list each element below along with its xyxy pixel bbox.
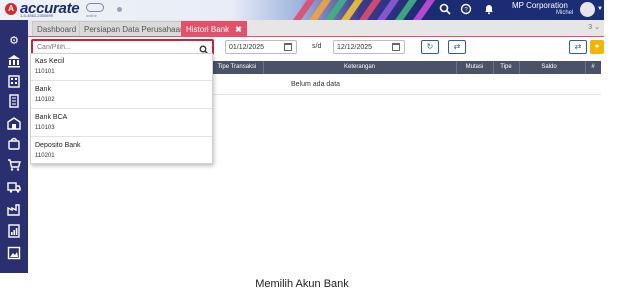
help-icon[interactable]: ? — [459, 3, 473, 17]
sidebar-building-icon[interactable] — [7, 74, 21, 88]
date-from-field[interactable] — [225, 40, 297, 54]
list-item[interactable]: Deposito Bank 110201 — [31, 138, 212, 165]
sidebar-bank-icon[interactable] — [7, 54, 21, 68]
tab-count-dropdown[interactable]: 3 ⌄ — [588, 23, 600, 31]
transfer-icon: ⇄ — [453, 42, 461, 51]
list-item[interactable]: Kas Kecil 110101 — [31, 54, 212, 81]
chevron-down-icon[interactable]: ▼ — [597, 6, 603, 12]
tips-button[interactable]: ✦ — [590, 40, 604, 54]
search-icon[interactable] — [199, 42, 209, 55]
sidebar-bag-icon[interactable] — [7, 136, 21, 150]
refresh-button[interactable]: ↻ — [421, 40, 439, 54]
account-code: 110101 — [35, 69, 55, 75]
account-code: 110102 — [35, 97, 55, 103]
top-bar: A accurate 1-5-4563-2300599 online ? MP … — [0, 0, 604, 20]
sidebar-warehouse-icon[interactable] — [7, 116, 21, 130]
account-search-input[interactable] — [37, 42, 197, 53]
avatar[interactable] — [580, 2, 595, 17]
sidebar-document-icon[interactable] — [7, 94, 21, 108]
search-icon[interactable] — [438, 3, 452, 17]
sidebar-truck-icon[interactable] — [7, 180, 21, 194]
column-header-tipe[interactable]: Tipe — [493, 61, 519, 74]
sidebar-gallery-icon[interactable] — [7, 246, 21, 260]
date-to-input[interactable] — [337, 42, 391, 52]
figure-caption: Memilih Akun Bank — [255, 278, 349, 290]
company-name[interactable]: MP Corporation — [512, 1, 568, 10]
calendar-icon[interactable] — [284, 43, 292, 51]
date-to-field[interactable] — [333, 40, 405, 54]
account-name: Bank — [35, 86, 51, 93]
status-dot-icon — [117, 7, 122, 12]
swap-view-button[interactable]: ⇄ — [569, 40, 587, 54]
tab-bar: Dashboard Persiapan Data Perusahaan Hist… — [28, 20, 604, 36]
sidebar-factory-icon[interactable] — [7, 202, 21, 216]
account-dropdown-list: Kas Kecil 110101 Bank 110102 Bank BCA 11… — [30, 53, 213, 164]
column-header-tipe-transaksi[interactable]: Tipe Transaksi — [212, 61, 262, 74]
transfer-button[interactable]: ⇄ — [448, 40, 466, 54]
list-item[interactable]: Bank 110102 — [31, 82, 212, 109]
sidebar-report-icon[interactable] — [7, 224, 21, 238]
lightbulb-icon: ✦ — [593, 42, 601, 51]
date-from-input[interactable] — [229, 42, 283, 52]
sidebar: ⚙ — [0, 20, 28, 273]
sidebar-settings-icon[interactable]: ⚙ — [7, 34, 21, 48]
tab-histori-bank[interactable]: Histori Bank ✖ — [181, 21, 247, 36]
account-name: Deposito Bank — [35, 142, 81, 149]
column-header-mutasi[interactable]: Mutasi — [456, 61, 493, 74]
account-name: Bank BCA — [35, 114, 68, 121]
tab-label: Histori Bank — [186, 25, 230, 34]
transfer-icon: ⇄ — [574, 42, 582, 51]
column-header-number[interactable]: # — [585, 61, 601, 74]
user-name[interactable]: Michel — [556, 10, 573, 16]
app-logo-subtext: 1-5-4563-2300599 — [20, 13, 53, 18]
column-header-saldo[interactable]: Saldo — [519, 61, 579, 74]
calendar-icon[interactable] — [392, 43, 400, 51]
tab-label: Persiapan Data Perusahaan — [84, 25, 185, 34]
tab-label: Dashboard — [37, 25, 77, 34]
tab-persiapan-data-perusahaan[interactable]: Persiapan Data Perusahaan — [79, 21, 190, 36]
app-window: A accurate 1-5-4563-2300599 online ? MP … — [0, 0, 604, 273]
account-code: 110201 — [35, 153, 55, 159]
sidebar-cart-icon[interactable] — [7, 158, 21, 172]
close-icon[interactable]: ✖ — [235, 25, 242, 34]
cloud-icon — [86, 3, 104, 12]
refresh-icon: ↻ — [426, 42, 434, 51]
accurate-logo-icon: A — [5, 3, 17, 15]
empty-state-text: Belum ada data — [291, 81, 341, 88]
decor-stripe — [412, 0, 436, 20]
app-online-label: online — [86, 13, 97, 18]
account-name: Kas Kecil — [35, 58, 65, 65]
tab-dashboard[interactable]: Dashboard — [32, 21, 82, 36]
account-code: 110103 — [35, 125, 55, 131]
list-item[interactable]: Bank BCA 110103 — [31, 110, 212, 137]
date-separator: s/d — [312, 43, 322, 50]
column-header-keterangan[interactable]: Keterangan — [263, 61, 456, 74]
bell-icon[interactable] — [482, 3, 496, 17]
